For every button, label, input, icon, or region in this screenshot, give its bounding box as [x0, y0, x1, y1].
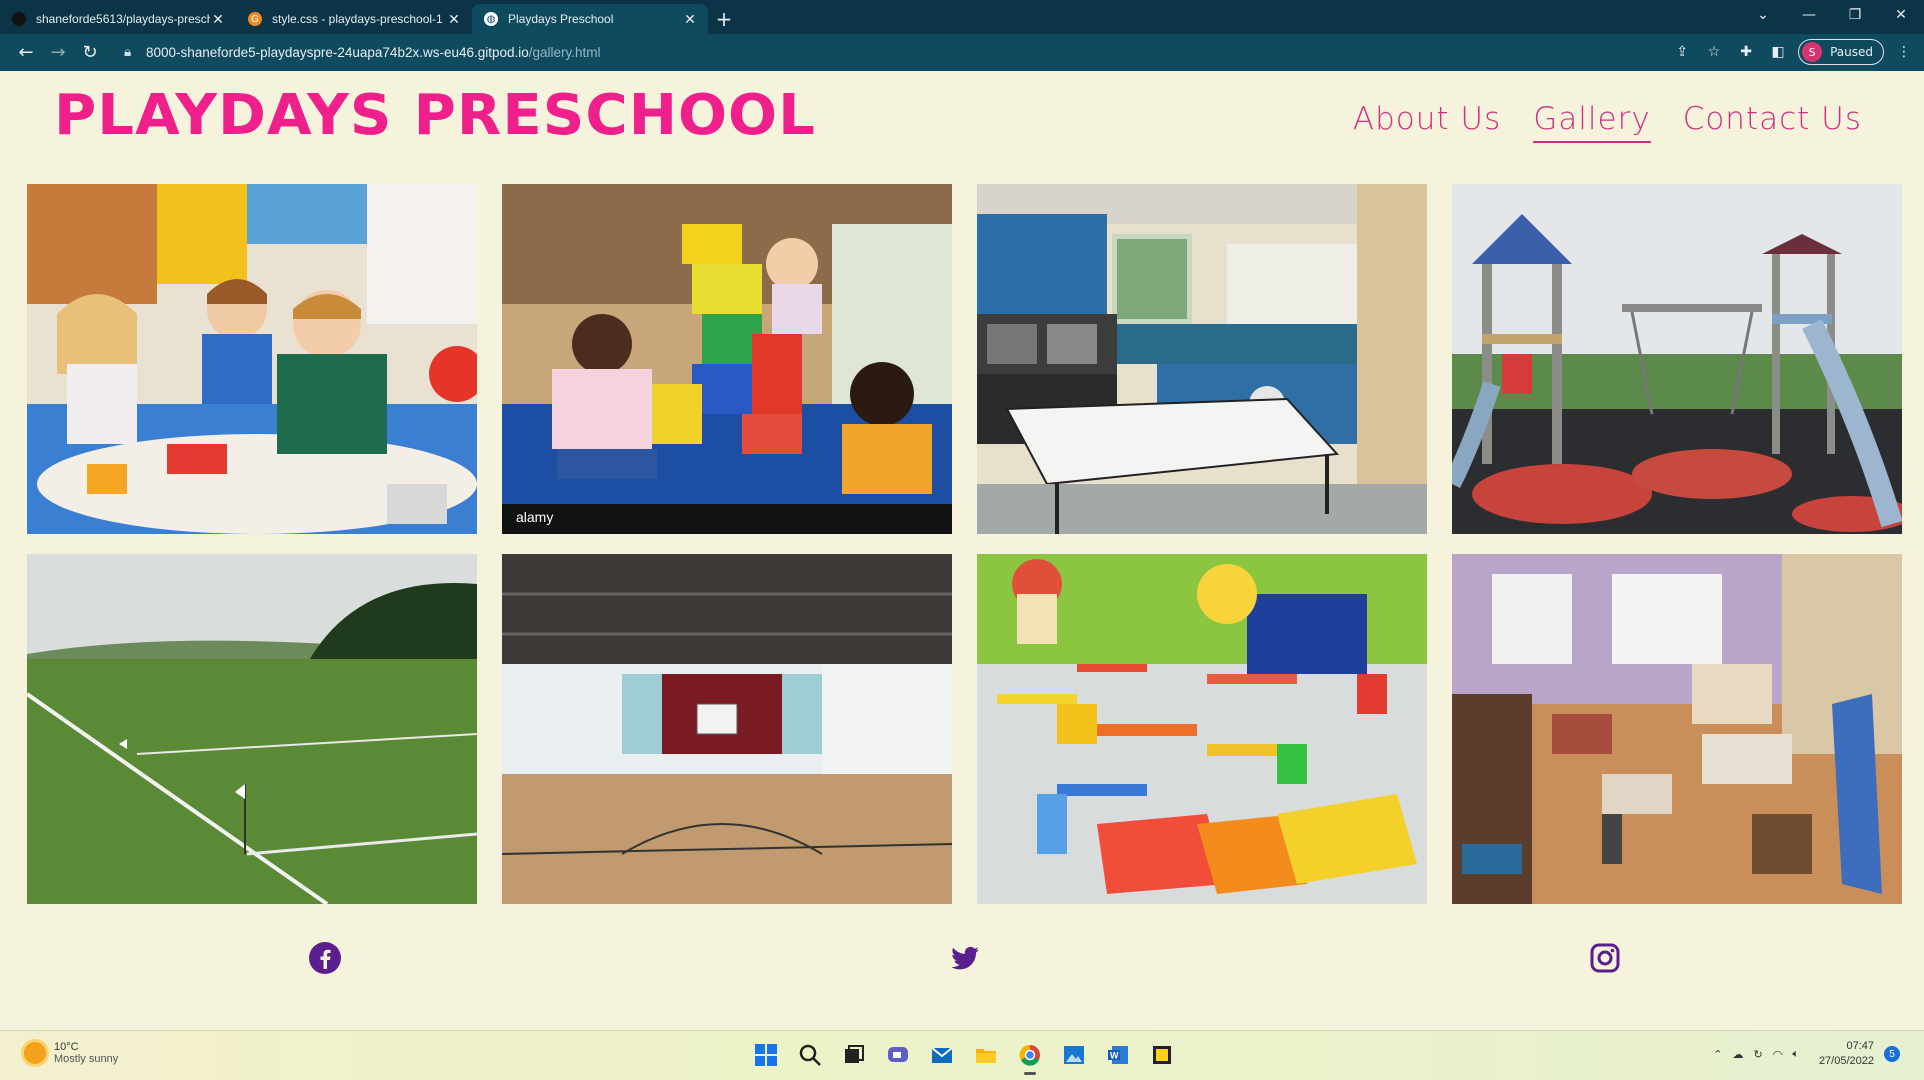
forward-button[interactable]: → — [42, 37, 74, 69]
tab-title: Playdays Preschool — [508, 12, 614, 26]
word-icon: W — [1108, 1046, 1128, 1064]
sun-icon — [24, 1042, 46, 1064]
main-nav: About Us Gallery Contact Us — [1353, 101, 1862, 143]
taskbar-apps: W — [750, 1039, 1178, 1075]
address-bar: ← → ↻ 🔒︎ 8000-shaneforde5-playdayspre-24… — [0, 34, 1924, 71]
chat-icon — [888, 1047, 908, 1062]
task-view-icon — [845, 1045, 864, 1063]
tab-title: shaneforde5613/playdays-presch — [36, 12, 210, 26]
gallery-image-children-crafts — [27, 184, 477, 534]
restore-button[interactable]: ❐ — [1832, 0, 1878, 30]
search-icon — [799, 1044, 821, 1066]
page: PLAYDAYS PRESCHOOL About Us Gallery Cont… — [0, 71, 1924, 1030]
tab-playdays[interactable]: ◍ Playdays Preschool ✕ — [472, 4, 708, 34]
browser-tab-bar: shaneforde5613/playdays-presch ✕ G style… — [0, 0, 1924, 34]
sticky-notes-icon — [1153, 1046, 1171, 1064]
gallery-image-kitchen — [977, 184, 1427, 534]
url-field[interactable]: 🔒︎ 8000-shaneforde5-playdayspre-24uapa74… — [112, 38, 1692, 66]
gallery-grid: alamy — [27, 184, 1902, 904]
clock[interactable]: 07:47 27/05/2022 — [1819, 1039, 1874, 1069]
gallery-image-sports-hall — [502, 554, 952, 904]
weather-text: Mostly sunny — [54, 1053, 119, 1065]
file-explorer-button[interactable] — [970, 1039, 1002, 1071]
window-controls: ⌄ — ❐ ✕ — [1740, 0, 1924, 30]
new-tab-button[interactable]: + — [708, 4, 740, 34]
close-icon[interactable]: ✕ — [682, 11, 698, 28]
gallery-image-sports-field — [27, 554, 477, 904]
url-path: /gallery.html — [528, 44, 601, 60]
sticky-notes-button[interactable] — [1146, 1039, 1178, 1071]
profile-button[interactable]: S Paused — [1798, 39, 1884, 65]
url-host: 8000-shaneforde5-playdayspre-24uapa74b2x… — [146, 44, 529, 60]
tab-stylecss[interactable]: G style.css - playdays-preschool-1 ✕ — [236, 4, 472, 34]
word-button[interactable]: W — [1102, 1039, 1134, 1071]
nav-contact-us[interactable]: Contact Us — [1683, 101, 1862, 143]
volume-icon[interactable]: 🔈︎ — [1792, 1048, 1799, 1061]
share-icon[interactable]: ⇪ — [1670, 40, 1694, 64]
close-window-button[interactable]: ✕ — [1878, 0, 1924, 30]
task-view-button[interactable] — [838, 1039, 870, 1071]
taskbar: 10°C Mostly sunny W ⌃ ☁ ↻ ◠ 🔈︎ 07:47 27/… — [0, 1030, 1924, 1080]
search-button[interactable] — [794, 1039, 826, 1071]
photos-button[interactable] — [1058, 1039, 1090, 1071]
onedrive-icon[interactable]: ☁ — [1733, 1048, 1744, 1061]
social-links — [0, 941, 1924, 991]
extensions-icon[interactable]: ✚ — [1734, 40, 1758, 64]
chrome-icon — [1019, 1044, 1040, 1066]
minimize-button[interactable]: — — [1786, 0, 1832, 30]
tab-title: style.css - playdays-preschool-1 — [272, 12, 443, 26]
chevron-up-icon[interactable]: ⌃ — [1713, 1048, 1722, 1061]
facebook-icon[interactable] — [308, 941, 342, 975]
instagram-icon[interactable] — [1588, 941, 1622, 975]
chrome-button[interactable] — [1014, 1039, 1046, 1075]
photos-icon — [1064, 1046, 1084, 1064]
profile-status: Paused — [1830, 45, 1873, 59]
svg-text:alamy: alamy — [516, 509, 553, 525]
star-icon[interactable]: ☆ — [1702, 40, 1726, 64]
gallery-image-block-tower: alamy — [502, 184, 952, 534]
sync-icon[interactable]: ↻ — [1754, 1048, 1763, 1061]
site-logo[interactable]: PLAYDAYS PRESCHOOL — [54, 83, 816, 148]
gallery-image-playground — [1452, 184, 1902, 534]
close-icon[interactable]: ✕ — [446, 11, 462, 28]
close-icon[interactable]: ✕ — [210, 11, 226, 28]
gitpod-icon: G — [248, 12, 262, 26]
notification-badge[interactable]: 5 — [1884, 1046, 1900, 1062]
windows-icon — [755, 1044, 777, 1066]
gallery-image-playroom — [1452, 554, 1902, 904]
chevron-down-icon[interactable]: ⌄ — [1740, 0, 1786, 30]
tab-github[interactable]: shaneforde5613/playdays-presch ✕ — [0, 4, 236, 34]
gallery-image-colorful-classroom — [977, 554, 1427, 904]
time: 07:47 — [1846, 1040, 1874, 1052]
nav-gallery[interactable]: Gallery — [1533, 101, 1651, 143]
menu-icon[interactable]: ⋮ — [1892, 40, 1916, 64]
globe-icon: ◍ — [484, 12, 498, 26]
temperature: 10°C — [54, 1041, 79, 1053]
weather-widget[interactable]: 10°C Mostly sunny — [24, 1041, 118, 1065]
toolbar-right: ⇪ ☆ ✚ ◧ S Paused ⋮ — [1670, 38, 1916, 66]
system-tray: ⌃ ☁ ↻ ◠ 🔈︎ 07:47 27/05/2022 5 — [1713, 1039, 1900, 1069]
back-button[interactable]: ← — [10, 37, 42, 69]
github-icon — [12, 12, 26, 26]
mail-button[interactable] — [926, 1039, 958, 1071]
start-button[interactable] — [750, 1039, 782, 1071]
sidepanel-icon[interactable]: ◧ — [1766, 40, 1790, 64]
svg-text:W: W — [1110, 1051, 1119, 1061]
nav-about-us[interactable]: About Us — [1353, 101, 1501, 143]
avatar: S — [1802, 42, 1823, 62]
date: 27/05/2022 — [1818, 1055, 1874, 1067]
reload-button[interactable]: ↻ — [74, 37, 106, 69]
wifi-icon[interactable]: ◠ — [1773, 1048, 1783, 1061]
lock-icon[interactable]: 🔒︎ — [124, 44, 136, 60]
twitter-icon[interactable] — [948, 941, 982, 975]
mail-icon — [931, 1047, 953, 1063]
folder-icon — [976, 1049, 996, 1063]
chat-button[interactable] — [882, 1039, 914, 1071]
